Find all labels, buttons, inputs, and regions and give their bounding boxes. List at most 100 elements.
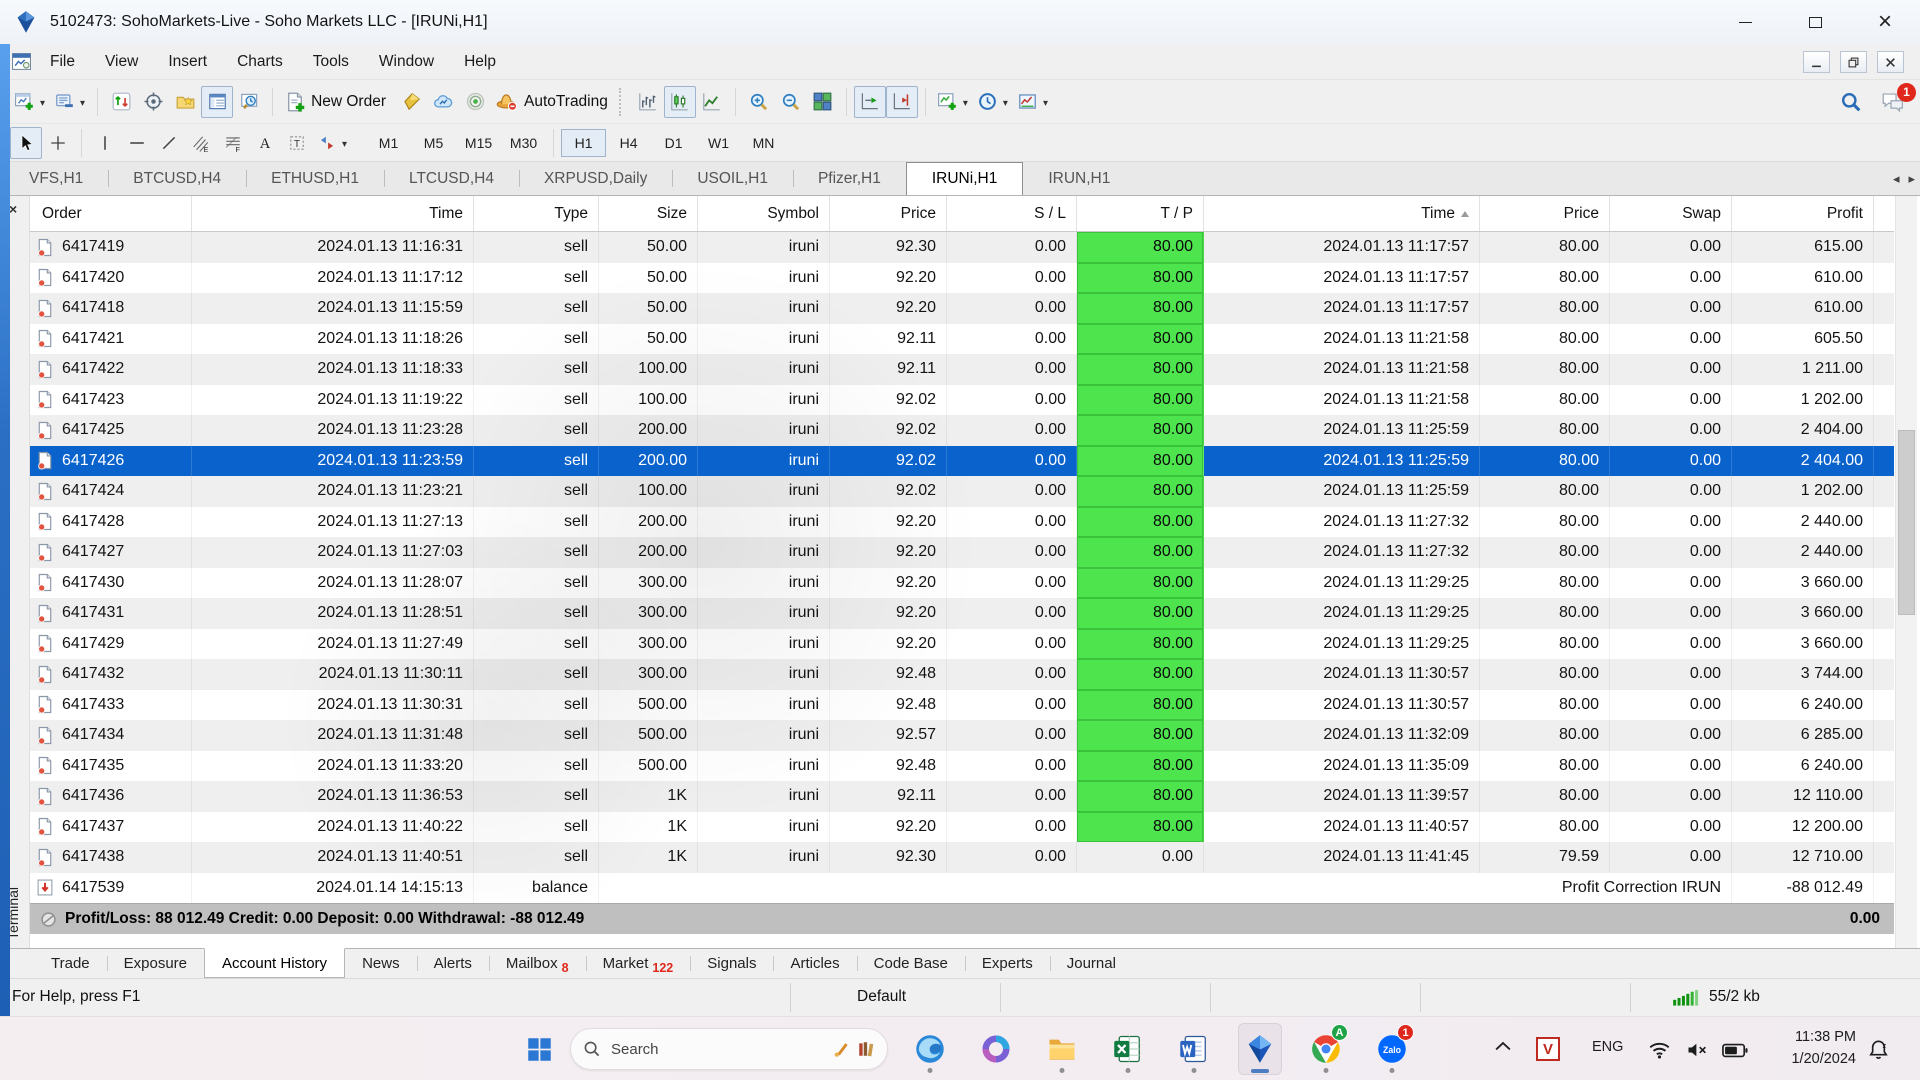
cursor-button[interactable]	[10, 127, 42, 159]
timeframe-h4[interactable]: H4	[606, 129, 651, 157]
history-row-6417434[interactable]: 64174342024.01.13 11:31:48sell500.00irun…	[30, 720, 1894, 751]
line-chart-mode-button[interactable]	[696, 86, 728, 118]
terminal-tab-trade[interactable]: Trade	[34, 949, 107, 978]
dropdown-arrow-icon[interactable]	[1041, 93, 1048, 111]
chart-tab-usoil-h1[interactable]: USOIL,H1	[672, 162, 793, 195]
text-button[interactable]: A	[249, 127, 281, 159]
timeframe-m15[interactable]: M15	[456, 129, 501, 157]
terminal-tab-experts[interactable]: Experts	[965, 949, 1050, 978]
chart-tab-ltcusd-h4[interactable]: LTCUSD,H4	[384, 162, 519, 195]
menu-help[interactable]: Help	[449, 44, 511, 79]
chart-tab-vfs-h1[interactable]: VFS,H1	[4, 162, 108, 195]
clock[interactable]: 11:38 PM 1/20/2024	[1756, 1026, 1856, 1071]
crosshair-button[interactable]	[42, 127, 74, 159]
search-button[interactable]	[1840, 91, 1862, 113]
taskbar-search[interactable]: Search	[570, 1028, 888, 1070]
column-header-symbol[interactable]: Symbol	[698, 196, 830, 231]
taskbar-app-chrome[interactable]: A	[1304, 1023, 1348, 1075]
timeframe-h1[interactable]: H1	[561, 129, 606, 157]
templates-button[interactable]	[1013, 86, 1053, 118]
app-logo-icon[interactable]	[14, 10, 38, 34]
timeframe-mn[interactable]: MN	[741, 129, 786, 157]
timeframe-d1[interactable]: D1	[651, 129, 696, 157]
column-header-swap[interactable]: Swap	[1610, 196, 1732, 231]
fibonacci-retracement-button[interactable]: F	[217, 127, 249, 159]
market-watch-button[interactable]	[105, 86, 137, 118]
timeframe-m1[interactable]: M1	[366, 129, 411, 157]
chat-button[interactable]: 1	[1880, 91, 1906, 113]
arrows-button[interactable]	[313, 127, 352, 159]
column-header-sl[interactable]: S / L	[947, 196, 1077, 231]
history-row-6417426[interactable]: 64174262024.01.13 11:23:59sell200.00irun…	[30, 446, 1894, 477]
periods-button[interactable]	[973, 86, 1013, 118]
bar-chart-mode-button[interactable]	[632, 86, 664, 118]
taskbar-app-word[interactable]	[1172, 1023, 1216, 1075]
history-row-6417425[interactable]: 64174252024.01.13 11:23:28sell200.00irun…	[30, 415, 1894, 446]
menu-charts[interactable]: Charts	[222, 44, 298, 79]
tab-scroll-left-icon[interactable]	[1893, 170, 1900, 188]
history-row-6417429[interactable]: 64174292024.01.13 11:27:49sell300.00irun…	[30, 629, 1894, 660]
profiles-button[interactable]	[50, 86, 90, 118]
taskbar-app-file-explorer[interactable]	[1040, 1023, 1084, 1075]
favorites-button[interactable]	[169, 86, 201, 118]
dropdown-arrow-icon[interactable]	[1001, 93, 1008, 111]
volume-mute-icon[interactable]	[1686, 1041, 1709, 1059]
history-row-6417423[interactable]: 64174232024.01.13 11:19:22sell100.00irun…	[30, 385, 1894, 416]
terminal-tab-signals[interactable]: Signals	[690, 949, 773, 978]
taskbar-app-zalo[interactable]: Zalo1	[1370, 1023, 1414, 1075]
zoom-out-button[interactable]	[775, 86, 807, 118]
signals-button[interactable]	[459, 86, 491, 118]
menu-tools[interactable]: Tools	[298, 44, 364, 79]
column-header-size[interactable]: Size	[599, 196, 698, 231]
mdi-restore-button[interactable]	[1840, 51, 1867, 73]
dropdown-arrow-icon[interactable]	[38, 93, 45, 111]
column-header-price[interactable]: Price	[1480, 196, 1610, 231]
history-row-6417424[interactable]: 64174242024.01.13 11:23:21sell100.00irun…	[30, 476, 1894, 507]
terminal-tab-account-history[interactable]: Account History	[204, 948, 345, 978]
terminal-tab-mailbox[interactable]: Mailbox8	[489, 949, 586, 978]
timeframe-m30[interactable]: M30	[501, 129, 546, 157]
history-row-6417433[interactable]: 64174332024.01.13 11:30:31sell500.00irun…	[30, 690, 1894, 721]
chart-window-icon[interactable]	[12, 53, 31, 70]
taskbar-app-excel[interactable]	[1106, 1023, 1150, 1075]
auto-scroll-button[interactable]	[854, 86, 886, 118]
menu-file[interactable]: File	[35, 44, 90, 79]
menu-view[interactable]: View	[90, 44, 153, 79]
indicators-button[interactable]	[933, 86, 973, 118]
terminal-tab-articles[interactable]: Articles	[773, 949, 856, 978]
timeframe-w1[interactable]: W1	[696, 129, 741, 157]
column-header-type[interactable]: Type	[474, 196, 599, 231]
balance-row[interactable]: 64175392024.01.14 14:15:13balanceProfit …	[30, 873, 1894, 904]
history-row-6417435[interactable]: 64174352024.01.13 11:33:20sell500.00irun…	[30, 751, 1894, 782]
traffic-text[interactable]: 55/2 kb	[1709, 988, 1760, 1006]
history-row-6417438[interactable]: 64174382024.01.13 11:40:51sell1Kiruni92.…	[30, 842, 1894, 873]
terminal-tab-journal[interactable]: Journal	[1050, 949, 1133, 978]
history-row-6417420[interactable]: 64174202024.01.13 11:17:12sell50.00iruni…	[30, 263, 1894, 294]
column-header-time[interactable]: Time	[1204, 196, 1480, 231]
history-row-6417437[interactable]: 64174372024.01.13 11:40:22sell1Kiruni92.…	[30, 812, 1894, 843]
column-header-profit[interactable]: Profit	[1732, 196, 1874, 231]
table-scrollbar[interactable]	[1895, 196, 1917, 948]
history-row-6417419[interactable]: 64174192024.01.13 11:16:31sell50.00iruni…	[30, 232, 1894, 263]
trendline-button[interactable]	[153, 127, 185, 159]
mdi-close-button[interactable]	[1877, 51, 1904, 73]
dropdown-arrow-icon[interactable]	[340, 134, 347, 152]
notification-bell-icon[interactable]: z	[1868, 1039, 1889, 1060]
history-row-6417422[interactable]: 64174222024.01.13 11:18:33sell100.00irun…	[30, 354, 1894, 385]
terminal-close-icon[interactable]	[9, 201, 17, 217]
terminal-tab-code-base[interactable]: Code Base	[857, 949, 965, 978]
status-profile[interactable]: Default	[857, 988, 906, 1006]
chart-tab-irun-h1[interactable]: IRUN,H1	[1023, 162, 1135, 195]
menu-insert[interactable]: Insert	[153, 44, 222, 79]
column-header-price[interactable]: Price	[830, 196, 947, 231]
chart-tab-ethusd-h1[interactable]: ETHUSD,H1	[246, 162, 384, 195]
vertical-line-button[interactable]	[89, 127, 121, 159]
history-row-6417432[interactable]: 64174322024.01.13 11:30:11sell300.00irun…	[30, 659, 1894, 690]
equidistant-channel-button[interactable]: E	[185, 127, 217, 159]
close-button[interactable]	[1850, 0, 1920, 44]
zoom-in-button[interactable]	[743, 86, 775, 118]
start-button[interactable]	[527, 1037, 552, 1062]
terminal-tab-alerts[interactable]: Alerts	[417, 949, 489, 978]
terminal-tab-market[interactable]: Market122	[586, 949, 691, 978]
timeframe-m5[interactable]: M5	[411, 129, 456, 157]
